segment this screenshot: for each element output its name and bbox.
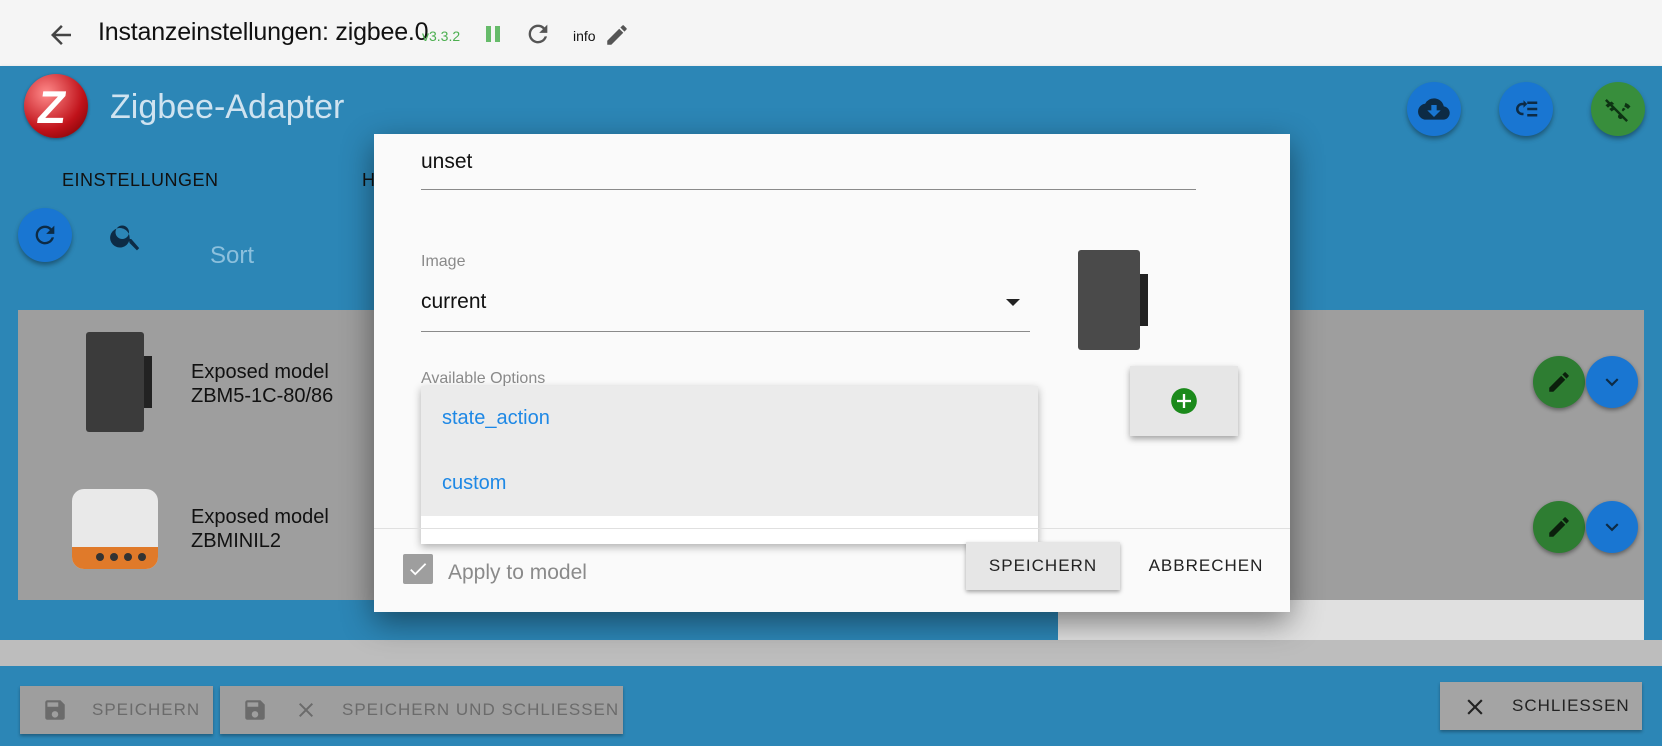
- edit-device-button[interactable]: [1533, 356, 1585, 408]
- refresh-button[interactable]: [18, 208, 72, 262]
- chevron-down-icon: [1605, 523, 1619, 532]
- plus-circle-icon: [1171, 388, 1197, 414]
- expand-device-button[interactable]: [1586, 501, 1638, 553]
- pencil-icon[interactable]: [604, 22, 630, 48]
- image-select-label: Image: [421, 253, 466, 270]
- pencil-icon: [1549, 372, 1569, 392]
- option-item[interactable]: custom: [421, 451, 1038, 516]
- save-icon: [245, 700, 265, 720]
- queue-list-button[interactable]: [1499, 82, 1553, 136]
- field-underline: [421, 331, 1030, 332]
- save-button[interactable]: SPEICHERN: [20, 686, 213, 734]
- log-level-label: info: [573, 28, 596, 44]
- cloud-download-icon: [1418, 98, 1450, 120]
- image-select[interactable]: current: [421, 290, 486, 314]
- refresh-icon: [35, 225, 55, 245]
- pencil-icon: [1549, 517, 1569, 537]
- page-title: Instanzeinstellungen: zigbee.0: [98, 18, 429, 46]
- back-arrow-icon[interactable]: [46, 20, 76, 50]
- dialog-save-button[interactable]: SPEICHERN: [966, 542, 1120, 590]
- divider: [374, 528, 1290, 529]
- sort-label[interactable]: Sort: [210, 242, 254, 270]
- add-option-button[interactable]: [1130, 366, 1238, 436]
- permit-join-button[interactable]: [1591, 82, 1645, 136]
- apply-to-model-checkbox[interactable]: [403, 554, 433, 584]
- wall-switch-image: [86, 332, 152, 432]
- pause-icon[interactable]: [484, 24, 502, 44]
- save-icon: [45, 700, 65, 720]
- device-options-dialog: unset Image current Available Options st…: [374, 134, 1290, 612]
- version-badge: v3.3.2: [422, 28, 461, 44]
- chevron-down-icon: [1605, 378, 1619, 387]
- cloud-download-button[interactable]: [1407, 82, 1461, 136]
- zigbee-logo: Z: [24, 74, 88, 138]
- close-icon: [1467, 699, 1483, 715]
- app-title: Zigbee-Adapter: [110, 88, 345, 126]
- list-check-icon: [1516, 100, 1538, 117]
- close-icon: [299, 703, 313, 717]
- reload-icon[interactable]: [524, 20, 552, 48]
- device-label: Exposed model ZBM5-1C-80/86: [191, 361, 334, 407]
- divider: [0, 640, 1662, 666]
- close-button[interactable]: SCHLIESSEN: [1440, 682, 1642, 730]
- top-bar: Instanzeinstellungen: zigbee.0 v3.3.2 in…: [0, 0, 1662, 66]
- name-field-value[interactable]: unset: [421, 150, 472, 174]
- dropdown-arrow-icon[interactable]: [1006, 299, 1020, 306]
- mini-relay-image: [72, 489, 158, 569]
- edit-device-button[interactable]: [1533, 501, 1585, 553]
- field-underline: [421, 189, 1196, 190]
- device-preview-image: [1078, 250, 1148, 350]
- apply-to-model-label: Apply to model: [448, 561, 587, 584]
- option-item[interactable]: state_action: [421, 386, 1038, 451]
- tab-einstellungen[interactable]: EINSTELLUNGEN: [62, 170, 219, 191]
- device-label: Exposed model ZBMINIL2: [191, 506, 329, 552]
- dialog-cancel-button[interactable]: ABBRECHEN: [1136, 542, 1276, 590]
- checkmark-icon: [410, 563, 427, 576]
- save-and-close-button[interactable]: SPEICHERN UND SCHLIESSEN: [220, 686, 623, 734]
- search-icon[interactable]: [108, 218, 144, 254]
- options-dropdown-list: state_action custom: [421, 386, 1038, 544]
- expand-device-button[interactable]: [1586, 356, 1638, 408]
- wifi-off-icon: [1605, 99, 1631, 122]
